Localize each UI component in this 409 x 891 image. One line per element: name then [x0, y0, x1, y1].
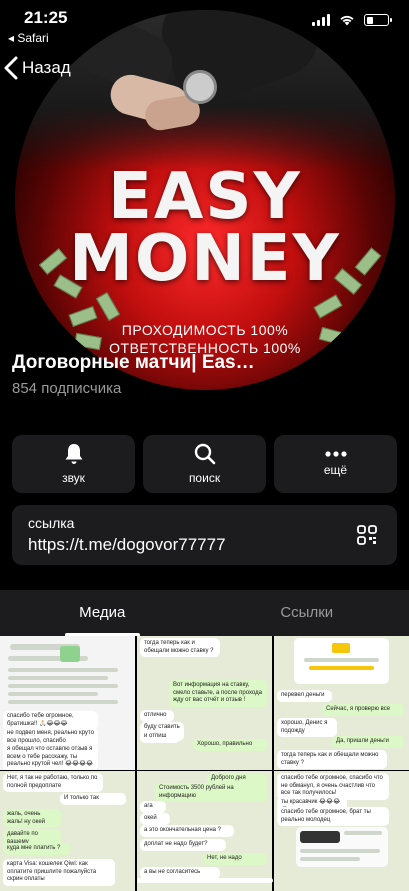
link-title: ссылка [28, 515, 75, 531]
chat-bubble: Нет, я так не работаю, только по полной … [3, 773, 103, 792]
chat-bubble: Да, пришли деньги [332, 736, 404, 748]
media-tabs: Медиа Ссылки [0, 590, 409, 636]
chat-bubble: я обещал что оставлю отзыв я всем о тебе… [3, 744, 98, 770]
back-to-safari-link[interactable]: ◂ Safari [8, 31, 49, 45]
search-button[interactable]: поиск [143, 435, 266, 493]
channel-link-box[interactable]: ссылка https://t.me/dogovor77777 [12, 505, 397, 565]
chat-bubble: перевел деньги [277, 690, 332, 702]
chat-bubble: хорошо, Денис я подожду [277, 718, 337, 737]
chat-bubble: карта Visa: кошелек Qiwi: как оплатите п… [3, 859, 115, 886]
search-icon [194, 443, 215, 465]
status-icons [312, 14, 392, 26]
chat-bubble: тогда теперь как и обещали можно ставку … [277, 750, 387, 769]
chevron-left-icon [4, 56, 18, 80]
chat-bubble: окей [140, 813, 170, 825]
search-label: поиск [188, 471, 221, 485]
media-thumbnail[interactable]: тогда теперь как и обещали можно ставку … [137, 636, 272, 770]
chat-bubble: куда мне платить ? [3, 843, 71, 855]
chat-bubble: И только так [60, 793, 126, 805]
media-thumbnail[interactable]: перевел деньги Сейчас, я проверю все хор… [274, 636, 409, 770]
chat-bubble: ага [140, 801, 166, 813]
channel-name: Договорные матчи| Eas… [12, 352, 255, 373]
chat-bubble: спасибо тебе огромное, брат ты реально м… [277, 807, 389, 826]
avatar-subtitle-1: ПРОХОДИМОСТЬ 100% [121, 322, 289, 338]
chat-bubble: а это окончательная цена ? [140, 825, 234, 837]
chat-bubble: Стоимость 3500 рублей на информацию [155, 783, 267, 802]
more-button[interactable]: ещё [274, 435, 397, 493]
wifi-icon [340, 15, 354, 26]
media-thumbnail[interactable]: спасибо тебе огромное, спасибо что не об… [274, 771, 409, 891]
chat-bubble: Нет, не надо [203, 853, 267, 865]
watch-graphic [183, 70, 217, 104]
battery-icon [364, 14, 392, 26]
status-bar: 21:25 ◂ Safari [0, 0, 409, 46]
chat-bubble: отлично [140, 710, 174, 722]
tab-media-label: Медиа [79, 604, 126, 621]
chat-bubble: Сейчас, я проверю все [322, 704, 404, 716]
action-buttons: звук поиск ещё [12, 435, 397, 493]
qr-code-icon[interactable] [357, 525, 377, 545]
avatar-title-money: MONEY [69, 222, 341, 296]
media-thumbnail[interactable]: спасибо тебе огромное, братишка!! 🙏🏻😂😂😂 … [0, 636, 135, 770]
chat-bubble: Хорошо, правильно [193, 739, 267, 751]
channel-avatar[interactable]: EASY MONEY ПРОХОДИМОСТЬ 100% ОТВЕТСТВЕНН… [15, 10, 395, 390]
subscriber-count: 854 подписчика [12, 380, 122, 397]
home-indicator [137, 878, 273, 883]
media-grid: спасибо тебе огромное, братишка!! 🙏🏻😂😂😂 … [0, 636, 409, 891]
chat-bubble: и отпиш [140, 731, 180, 743]
back-button[interactable]: Назад [4, 56, 71, 80]
battery-level [366, 16, 373, 24]
screenshot-card [294, 638, 389, 684]
mute-label: звук [62, 471, 85, 485]
chat-bubble: спасибо тебе огромное, спасибо что не об… [277, 773, 389, 800]
chat-bubble: Вот информация на ставку, смело ставьте,… [169, 680, 267, 707]
chat-bubble: а вы не согласитесь [140, 867, 220, 879]
chat-bubble: доплат не надо будет? [140, 839, 226, 851]
more-icon [324, 451, 347, 457]
tab-media[interactable]: Медиа [0, 590, 205, 636]
mute-button[interactable]: звук [12, 435, 135, 493]
status-time: 21:25 [24, 8, 68, 27]
cellular-signal-icon [312, 14, 330, 26]
chat-bubble: тогда теперь как и обещали можно ставку … [140, 638, 220, 657]
media-thumbnail[interactable]: Нет, я так не работаю, только по полной … [0, 771, 135, 891]
back-label: Назад [22, 58, 71, 77]
tab-links-label: Ссылки [280, 604, 334, 621]
bell-icon [65, 444, 82, 464]
media-thumbnail[interactable]: Доброго дня Стоимость 3500 рублей на инф… [137, 771, 272, 891]
chat-bubble: жаль, очень жаль! ну окей [3, 809, 61, 828]
more-label: ещё [323, 463, 348, 477]
tab-links[interactable]: Ссылки [205, 590, 409, 636]
link-url[interactable]: https://t.me/dogovor77777 [28, 535, 226, 555]
screenshot-card [296, 827, 388, 867]
